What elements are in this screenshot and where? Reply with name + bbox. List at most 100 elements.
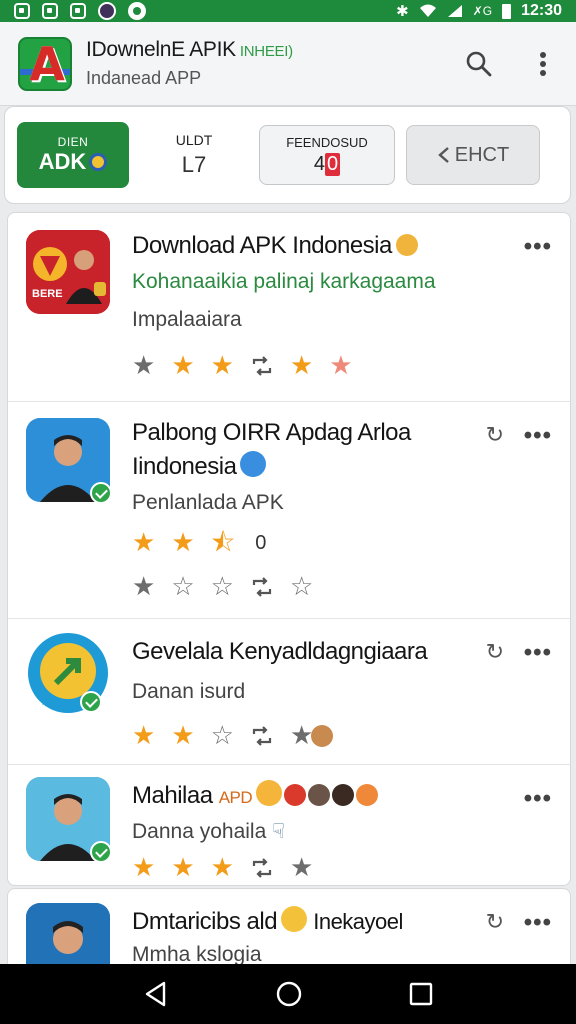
app-title: Palbong OIRR Apdag Arloa xyxy=(132,419,411,446)
summary-toolbar: DIEN ADK ULDT L7 FEENDOSUD 40 EHCT xyxy=(4,106,571,204)
more-options-button[interactable]: ••• xyxy=(524,785,552,813)
emoji-icon xyxy=(240,451,267,477)
star-icon: ★ xyxy=(290,723,334,749)
more-options-button[interactable]: ••• xyxy=(524,233,552,261)
star-icon: ★ xyxy=(132,351,156,381)
app-icon xyxy=(26,777,112,863)
app-title: Dmtaricibs ald Inekayoel xyxy=(132,906,403,935)
app-title: Gevelala Kenyadldagngiaara xyxy=(132,638,428,665)
rating-count: 0 xyxy=(255,531,267,554)
emoji-icon xyxy=(256,780,283,806)
count-badge: 0 xyxy=(325,152,341,176)
search-button[interactable] xyxy=(462,47,496,81)
overflow-menu-button[interactable] xyxy=(526,47,560,81)
search-icon xyxy=(466,51,492,76)
verified-icon xyxy=(80,691,102,713)
star-icon: ★ xyxy=(329,351,353,381)
emoji-icon xyxy=(284,784,307,806)
update-stat: ULDT L7 xyxy=(175,132,213,177)
repost-icon[interactable] xyxy=(250,575,274,599)
app-actions xyxy=(462,47,560,81)
star-icon: ★ xyxy=(132,721,156,751)
back-button[interactable] xyxy=(142,980,170,1008)
star-icon: ★ xyxy=(289,351,314,381)
app-subtitle: Indanead APP xyxy=(86,68,202,88)
app-logo: A xyxy=(18,36,72,91)
app-icon xyxy=(26,631,110,715)
repost-icon[interactable] xyxy=(250,724,274,748)
apk-button[interactable]: DIEN ADK xyxy=(17,122,129,188)
app-title: Mahilaa APD xyxy=(132,779,532,815)
notification-icons xyxy=(14,2,146,20)
system-icons: ✱ ✗G 12:30 xyxy=(396,2,562,20)
star-outline-icon[interactable]: ☆ xyxy=(171,574,194,600)
star-icon: ★ xyxy=(289,853,314,883)
verified-icon xyxy=(90,841,112,863)
repost-icon[interactable] xyxy=(250,354,274,378)
more-options-button[interactable]: ••• xyxy=(524,422,552,450)
rating-stars: ★ ★ ☆ ★ xyxy=(132,719,492,753)
refresh-icon[interactable]: ↻ xyxy=(486,639,504,665)
emoji-icon xyxy=(311,725,334,747)
star-outline-icon: ☆ xyxy=(210,721,234,751)
bluetooth-icon: ✱ xyxy=(396,3,409,20)
rate-stars: ★ ☆ ☆ ☆ xyxy=(132,570,492,604)
chevron-left-icon xyxy=(437,147,449,163)
rating-stars: ★ ★ ★ ★ ★ xyxy=(132,349,492,383)
share-button[interactable]: EHCT xyxy=(406,125,540,185)
star-half-icon: ⯪ xyxy=(210,528,236,558)
star-icon[interactable]: ★ xyxy=(132,574,155,600)
star-outline-icon[interactable]: ☆ xyxy=(290,574,313,600)
list-item[interactable]: Mahilaa APD Danna yohaila ☟ ★ ★ ★ ★ ••• xyxy=(8,765,570,885)
star-icon: ★ xyxy=(132,853,156,883)
home-button[interactable] xyxy=(275,980,303,1008)
star-icon: ★ xyxy=(171,351,195,381)
more-options-button[interactable]: ••• xyxy=(524,639,552,667)
recents-button[interactable] xyxy=(408,981,434,1007)
system-nav-bar xyxy=(0,964,576,1024)
repost-icon[interactable] xyxy=(250,856,274,880)
emoji-icon xyxy=(395,234,418,256)
emoji-icon xyxy=(308,784,331,806)
refresh-icon[interactable]: ↻ xyxy=(486,909,504,935)
app-list: BERE Download APK Indonesia Kohanaaikia … xyxy=(7,212,571,886)
thumbs-icon: ☟ xyxy=(272,820,285,843)
app-titles: IDownelnE APIK INHEEI) Indanead APP xyxy=(86,38,293,89)
star-icon: ★ xyxy=(132,528,156,558)
star-icon: ★ xyxy=(171,528,195,558)
app-icon xyxy=(26,418,112,504)
badge-icon xyxy=(89,153,108,171)
friends-button[interactable]: FEENDOSUD 40 xyxy=(259,125,395,185)
clock: 12:30 xyxy=(521,2,562,19)
app-title: Download APK Indonesia xyxy=(132,229,492,263)
app-bar: A IDownelnE APIK INHEEI) Indanead APP xyxy=(0,22,576,106)
list-item[interactable]: BERE Download APK Indonesia Kohanaaikia … xyxy=(8,213,570,402)
app-tag: APD xyxy=(218,788,253,807)
notification-app-icon xyxy=(42,3,58,19)
star-icon: ★ xyxy=(210,853,234,883)
notification-avatar-icon xyxy=(98,2,116,20)
app-category: Impalaaiara xyxy=(132,308,242,331)
emoji-icon xyxy=(281,906,308,932)
notification-app-icon xyxy=(70,3,86,19)
emoji-icon xyxy=(332,784,355,806)
star-icon: ★ xyxy=(210,351,234,381)
battery-icon xyxy=(502,3,512,19)
more-options-button[interactable]: ••• xyxy=(524,909,552,937)
star-outline-icon[interactable]: ☆ xyxy=(211,574,234,600)
status-bar: ✱ ✗G 12:30 xyxy=(0,0,576,22)
emoji-icon xyxy=(356,784,379,806)
app-description: Danna yohaila ☟ xyxy=(132,820,285,843)
app-title: IDownelnE APIK INHEEI) xyxy=(86,38,293,61)
signal-icon xyxy=(447,5,462,17)
app-description: Danan isurd xyxy=(132,680,246,703)
app-icon: BERE xyxy=(26,230,110,314)
app-description: Kohanaaikia palinaj karkagaama xyxy=(132,270,436,293)
rating-stars: ★ ★ ★ ★ xyxy=(132,851,532,885)
app-title-highlight: INHEEI) xyxy=(239,43,293,60)
refresh-icon[interactable]: ↻ xyxy=(486,422,504,448)
list-item[interactable]: Gevelala Kenyadldagngiaara Danan isurd ★… xyxy=(8,619,570,765)
data-icon: ✗G xyxy=(472,4,493,18)
list-item[interactable]: Palbong OIRR Apdag Arloa Iindonesia Penl… xyxy=(8,402,570,619)
notification-app-icon xyxy=(14,3,30,19)
